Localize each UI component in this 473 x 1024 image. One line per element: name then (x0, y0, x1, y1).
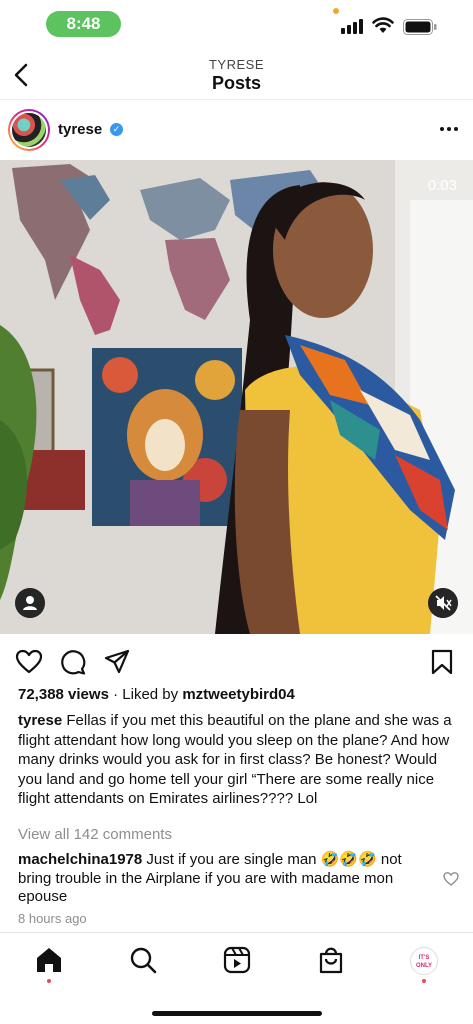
reels-icon[interactable] (222, 945, 252, 975)
post-header: tyrese ✓ (0, 104, 473, 158)
views-and-likes: 72,388 views · Liked by mztweetybird04 (18, 686, 295, 703)
shop-icon[interactable] (316, 945, 346, 975)
home-notification-dot (47, 979, 51, 983)
post-video[interactable]: 0:03 (0, 160, 473, 634)
caption-username[interactable]: tyrese (18, 712, 62, 729)
avatar-story-ring[interactable] (8, 109, 50, 151)
status-bar: 8:48 (0, 0, 473, 52)
liked-by-label: Liked by (122, 686, 179, 703)
video-timer: 0:03 (427, 177, 457, 194)
wifi-icon (372, 17, 394, 33)
status-time: 8:48 (46, 11, 121, 37)
post-actions (0, 644, 473, 680)
comment-like-icon[interactable] (443, 871, 459, 887)
share-icon[interactable] (103, 648, 131, 676)
home-icon[interactable] (34, 945, 64, 975)
separator: · (113, 686, 119, 703)
more-icon[interactable] (438, 118, 460, 140)
bookmark-icon[interactable] (428, 648, 456, 676)
caption-text: Fellas if you met this beautiful on the … (18, 712, 452, 807)
verified-icon: ✓ (110, 123, 123, 136)
post-timestamp: 8 hours ago (18, 911, 87, 926)
video-frame (0, 160, 473, 634)
battery-icon (403, 19, 437, 35)
search-icon[interactable] (128, 945, 158, 975)
comment-username[interactable]: machelchina1978 (18, 851, 142, 868)
post-caption: tyrese Fellas if you met this beautiful … (18, 711, 460, 809)
heart-icon[interactable] (15, 648, 43, 676)
profile-notification-dot (422, 979, 426, 983)
views-count[interactable]: 72,388 views (18, 686, 109, 703)
liked-by-user[interactable]: mztweetybird04 (182, 686, 295, 703)
user-tag-icon[interactable] (15, 588, 45, 618)
post-username[interactable]: tyrese (58, 121, 102, 138)
page-title: Posts (211, 73, 262, 93)
cellular-signal-icon (341, 18, 365, 34)
comment-icon[interactable] (59, 648, 87, 676)
header-username: TYRESE (208, 57, 264, 72)
page-header: TYRESE Posts (0, 52, 473, 100)
comment-item: machelchina1978 Just if you are single m… (18, 851, 428, 907)
privacy-indicator-dot (333, 8, 339, 14)
avatar (10, 111, 48, 149)
view-all-comments-link[interactable]: View all 142 comments (18, 826, 172, 843)
mute-icon[interactable] (428, 588, 458, 618)
home-indicator (152, 1011, 322, 1016)
profile-tab-avatar[interactable]: IT'S ONLY (410, 947, 438, 975)
